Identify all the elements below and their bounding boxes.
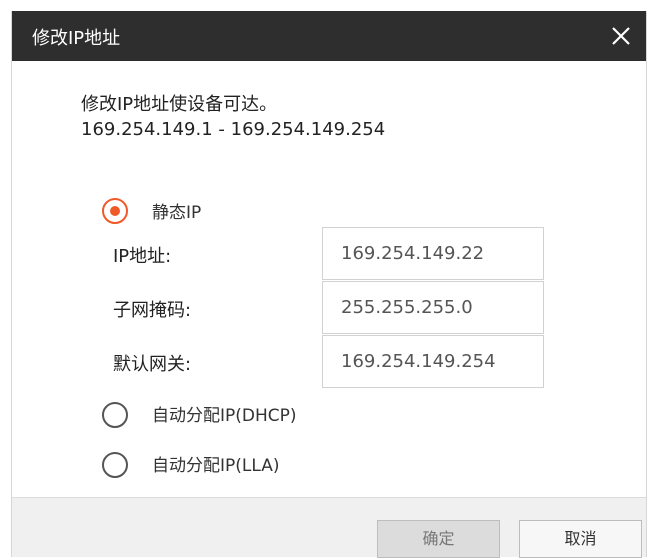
dialog-footer: 确定 取消 bbox=[12, 497, 646, 558]
ip-address-label: IP地址: bbox=[113, 246, 172, 267]
ok-button[interactable]: 确定 bbox=[377, 520, 500, 558]
lla-label: 自动分配IP(LLA) bbox=[152, 456, 280, 476]
static-ip-label: 静态IP bbox=[152, 203, 202, 223]
close-button[interactable] bbox=[606, 21, 636, 51]
default-gateway-label: 默认网关: bbox=[113, 354, 192, 375]
dialog-title: 修改IP地址 bbox=[32, 28, 121, 49]
ip-address-input[interactable] bbox=[322, 227, 544, 280]
radio-selected-icon[interactable] bbox=[100, 197, 132, 225]
close-icon bbox=[612, 27, 630, 45]
default-gateway-input[interactable] bbox=[322, 335, 544, 388]
ip-range-text: 169.254.149.1 - 169.254.149.254 bbox=[81, 119, 386, 140]
dialog-titlebar: 修改IP地址 bbox=[12, 11, 646, 61]
modify-ip-dialog: 修改IP地址 修改IP地址使设备可达。 169.254.149.1 - 169.… bbox=[11, 11, 647, 558]
radio-unselected-icon[interactable] bbox=[100, 401, 132, 429]
cancel-button[interactable]: 取消 bbox=[519, 520, 642, 558]
subnet-mask-input[interactable] bbox=[322, 281, 544, 334]
dhcp-label: 自动分配IP(DHCP) bbox=[152, 406, 297, 426]
subnet-mask-label: 子网掩码: bbox=[113, 300, 192, 321]
description-text: 修改IP地址使设备可达。 bbox=[81, 94, 278, 115]
radio-unselected-icon[interactable] bbox=[100, 451, 132, 479]
